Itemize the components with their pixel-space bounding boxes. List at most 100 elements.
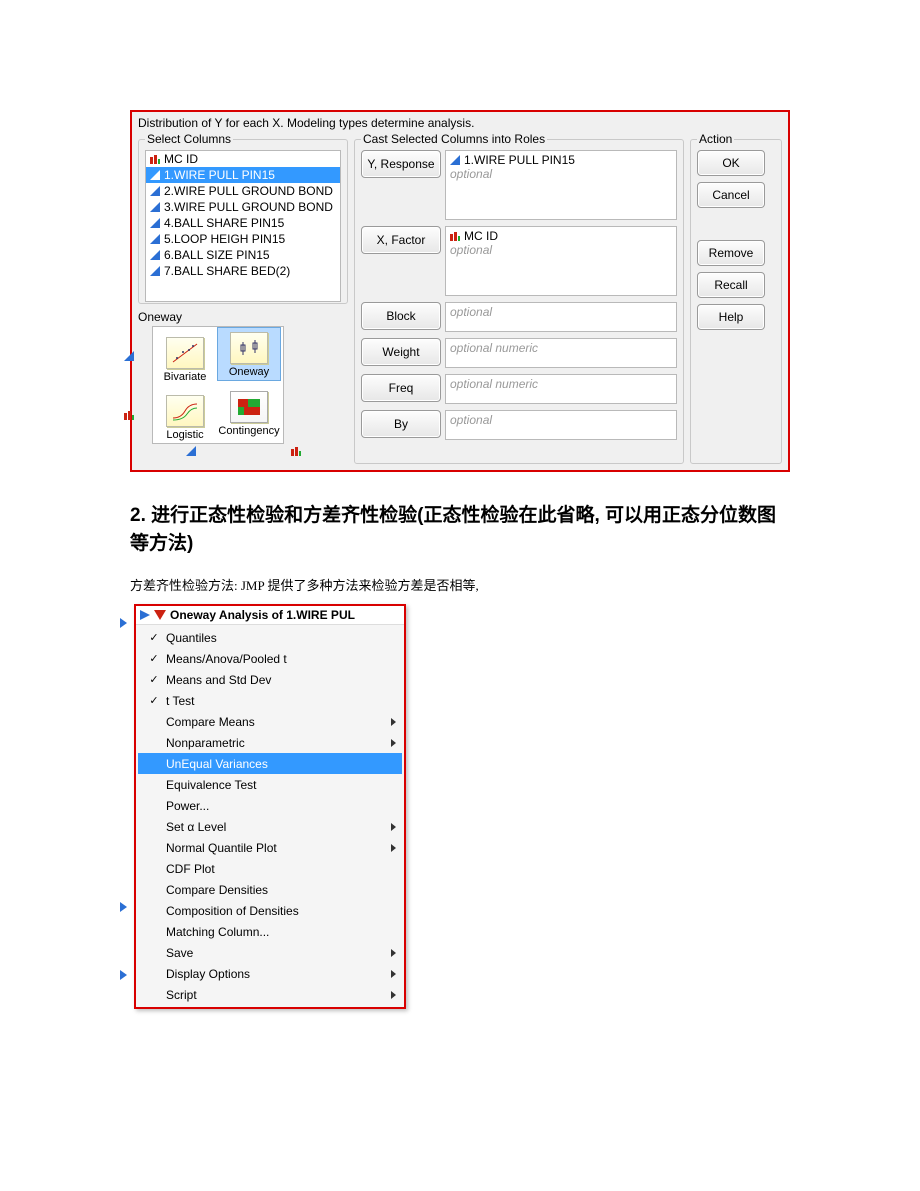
disclosure-triangle-icon[interactable]: [120, 618, 127, 628]
bivariate-icon: [166, 337, 204, 369]
by-box[interactable]: optional: [445, 410, 677, 440]
menu-item[interactable]: CDF Plot: [138, 858, 402, 879]
freq-button[interactable]: Freq: [361, 374, 441, 402]
menu-list: ✓Quantiles✓Means/Anova/Pooled t✓Means an…: [136, 625, 404, 1007]
menu-item-label: Equivalence Test: [162, 778, 388, 792]
menu-item-label: Compare Means: [162, 715, 388, 729]
section-heading: 2. 进行正态性检验和方差齐性检验(正态性检验在此省略, 可以用正态分位数图等方…: [130, 502, 790, 557]
weight-box[interactable]: optional numeric: [445, 338, 677, 368]
menu-title-row[interactable]: Oneway Analysis of 1.WIRE PUL: [136, 606, 404, 625]
continuous-icon: [150, 202, 160, 212]
column-item[interactable]: 6.BALL SIZE PIN15: [146, 247, 340, 263]
menu-item-label: Compare Densities: [162, 883, 388, 897]
weight-button[interactable]: Weight: [361, 338, 441, 366]
column-label: 4.BALL SHARE PIN15: [164, 216, 284, 230]
column-item[interactable]: MC ID: [146, 151, 340, 167]
menu-item-label: t Test: [162, 694, 388, 708]
menu-item[interactable]: Set α Level: [138, 816, 402, 837]
check-icon: ✓: [146, 652, 162, 665]
column-label: 1.WIRE PULL PIN15: [164, 168, 275, 182]
remove-button[interactable]: Remove: [697, 240, 765, 266]
check-icon: ✓: [146, 694, 162, 707]
continuous-icon: [150, 186, 160, 196]
cast-roles-label: Cast Selected Columns into Roles: [361, 132, 547, 146]
logistic-cell[interactable]: Logistic: [153, 385, 217, 443]
dialog-description: Distribution of Y for each X. Modeling t…: [138, 116, 782, 132]
column-item[interactable]: 3.WIRE PULL GROUND BOND: [146, 199, 340, 215]
menu-item-label: CDF Plot: [162, 862, 388, 876]
menu-item-label: UnEqual Variances: [162, 757, 388, 771]
column-item[interactable]: 5.LOOP HEIGH PIN15: [146, 231, 340, 247]
menu-title: Oneway Analysis of 1.WIRE PUL: [170, 608, 355, 622]
oneway-picker: Oneway Biva: [138, 308, 348, 446]
menu-item[interactable]: Display Options: [138, 963, 402, 984]
menu-item[interactable]: ✓Means and Std Dev: [138, 669, 402, 690]
menu-item[interactable]: Power...: [138, 795, 402, 816]
y-response-button[interactable]: Y, Response: [361, 150, 441, 178]
menu-item-label: Display Options: [162, 967, 388, 981]
column-label: 5.LOOP HEIGH PIN15: [164, 232, 285, 246]
continuous-icon: [124, 351, 134, 361]
contingency-icon: [230, 391, 268, 423]
select-columns-group: Select Columns MC ID1.WIRE PULL PIN152.W…: [138, 132, 348, 304]
x-factor-button[interactable]: X, Factor: [361, 226, 441, 254]
column-item[interactable]: 7.BALL SHARE BED(2): [146, 263, 340, 279]
oneway-cell[interactable]: Oneway: [217, 327, 281, 381]
menu-item[interactable]: ✓Quantiles: [138, 627, 402, 648]
help-button[interactable]: Help: [697, 304, 765, 330]
cancel-button[interactable]: Cancel: [697, 182, 765, 208]
x-role-box[interactable]: MC ID optional: [445, 226, 677, 296]
menu-item[interactable]: Equivalence Test: [138, 774, 402, 795]
continuous-icon: [150, 170, 160, 180]
column-label: 7.BALL SHARE BED(2): [164, 264, 290, 278]
ok-button[interactable]: OK: [697, 150, 765, 176]
recall-button[interactable]: Recall: [697, 272, 765, 298]
freq-box[interactable]: optional numeric: [445, 374, 677, 404]
menu-item[interactable]: Matching Column...: [138, 921, 402, 942]
by-button[interactable]: By: [361, 410, 441, 438]
block-button[interactable]: Block: [361, 302, 441, 330]
select-columns-label: Select Columns: [145, 132, 233, 146]
menu-item[interactable]: ✓t Test: [138, 690, 402, 711]
menu-item[interactable]: Compare Means: [138, 711, 402, 732]
bivariate-cell[interactable]: Bivariate: [153, 327, 217, 385]
block-box[interactable]: optional: [445, 302, 677, 332]
y-role-box[interactable]: 1.WIRE PULL PIN15 optional: [445, 150, 677, 220]
body-text: 方差齐性检验方法: JMP 提供了多种方法来检验方差是否相等,: [130, 575, 790, 594]
action-group: Action OK Cancel Remove Recall Help: [690, 132, 782, 464]
menu-item[interactable]: UnEqual Variances: [138, 753, 402, 774]
menu-item-label: Means and Std Dev: [162, 673, 388, 687]
column-list[interactable]: MC ID1.WIRE PULL PIN152.WIRE PULL GROUND…: [145, 150, 341, 302]
check-icon: ✓: [146, 631, 162, 644]
menu-item-label: Save: [162, 946, 388, 960]
menu-item[interactable]: Normal Quantile Plot: [138, 837, 402, 858]
continuous-icon: [150, 218, 160, 228]
disclosure-triangle-icon[interactable]: [120, 902, 127, 912]
hotspot-icon: [154, 610, 166, 620]
menu-item-label: Normal Quantile Plot: [162, 841, 388, 855]
menu-item-label: Means/Anova/Pooled t: [162, 652, 388, 666]
fit-y-by-x-dialog: Distribution of Y for each X. Modeling t…: [130, 110, 790, 472]
menu-item[interactable]: Compare Densities: [138, 879, 402, 900]
nominal-icon: [150, 154, 160, 164]
menu-item[interactable]: Composition of Densities: [138, 900, 402, 921]
nominal-icon: [124, 410, 134, 420]
continuous-icon: [186, 446, 196, 456]
contingency-cell[interactable]: Contingency: [217, 381, 281, 439]
disclosure-triangle-icon[interactable]: [120, 970, 127, 980]
column-label: 3.WIRE PULL GROUND BOND: [164, 200, 333, 214]
column-label: 6.BALL SIZE PIN15: [164, 248, 270, 262]
nominal-icon: [291, 446, 301, 456]
oneway-context-menu: Oneway Analysis of 1.WIRE PUL ✓Quantiles…: [134, 604, 406, 1009]
menu-item[interactable]: Save: [138, 942, 402, 963]
column-item[interactable]: 1.WIRE PULL PIN15: [146, 167, 340, 183]
continuous-icon: [150, 250, 160, 260]
menu-item[interactable]: ✓Means/Anova/Pooled t: [138, 648, 402, 669]
column-item[interactable]: 2.WIRE PULL GROUND BOND: [146, 183, 340, 199]
menu-item-label: Power...: [162, 799, 388, 813]
menu-item[interactable]: Nonparametric: [138, 732, 402, 753]
action-label: Action: [697, 132, 734, 146]
column-item[interactable]: 4.BALL SHARE PIN15: [146, 215, 340, 231]
menu-item[interactable]: Script: [138, 984, 402, 1005]
menu-item-label: Nonparametric: [162, 736, 388, 750]
